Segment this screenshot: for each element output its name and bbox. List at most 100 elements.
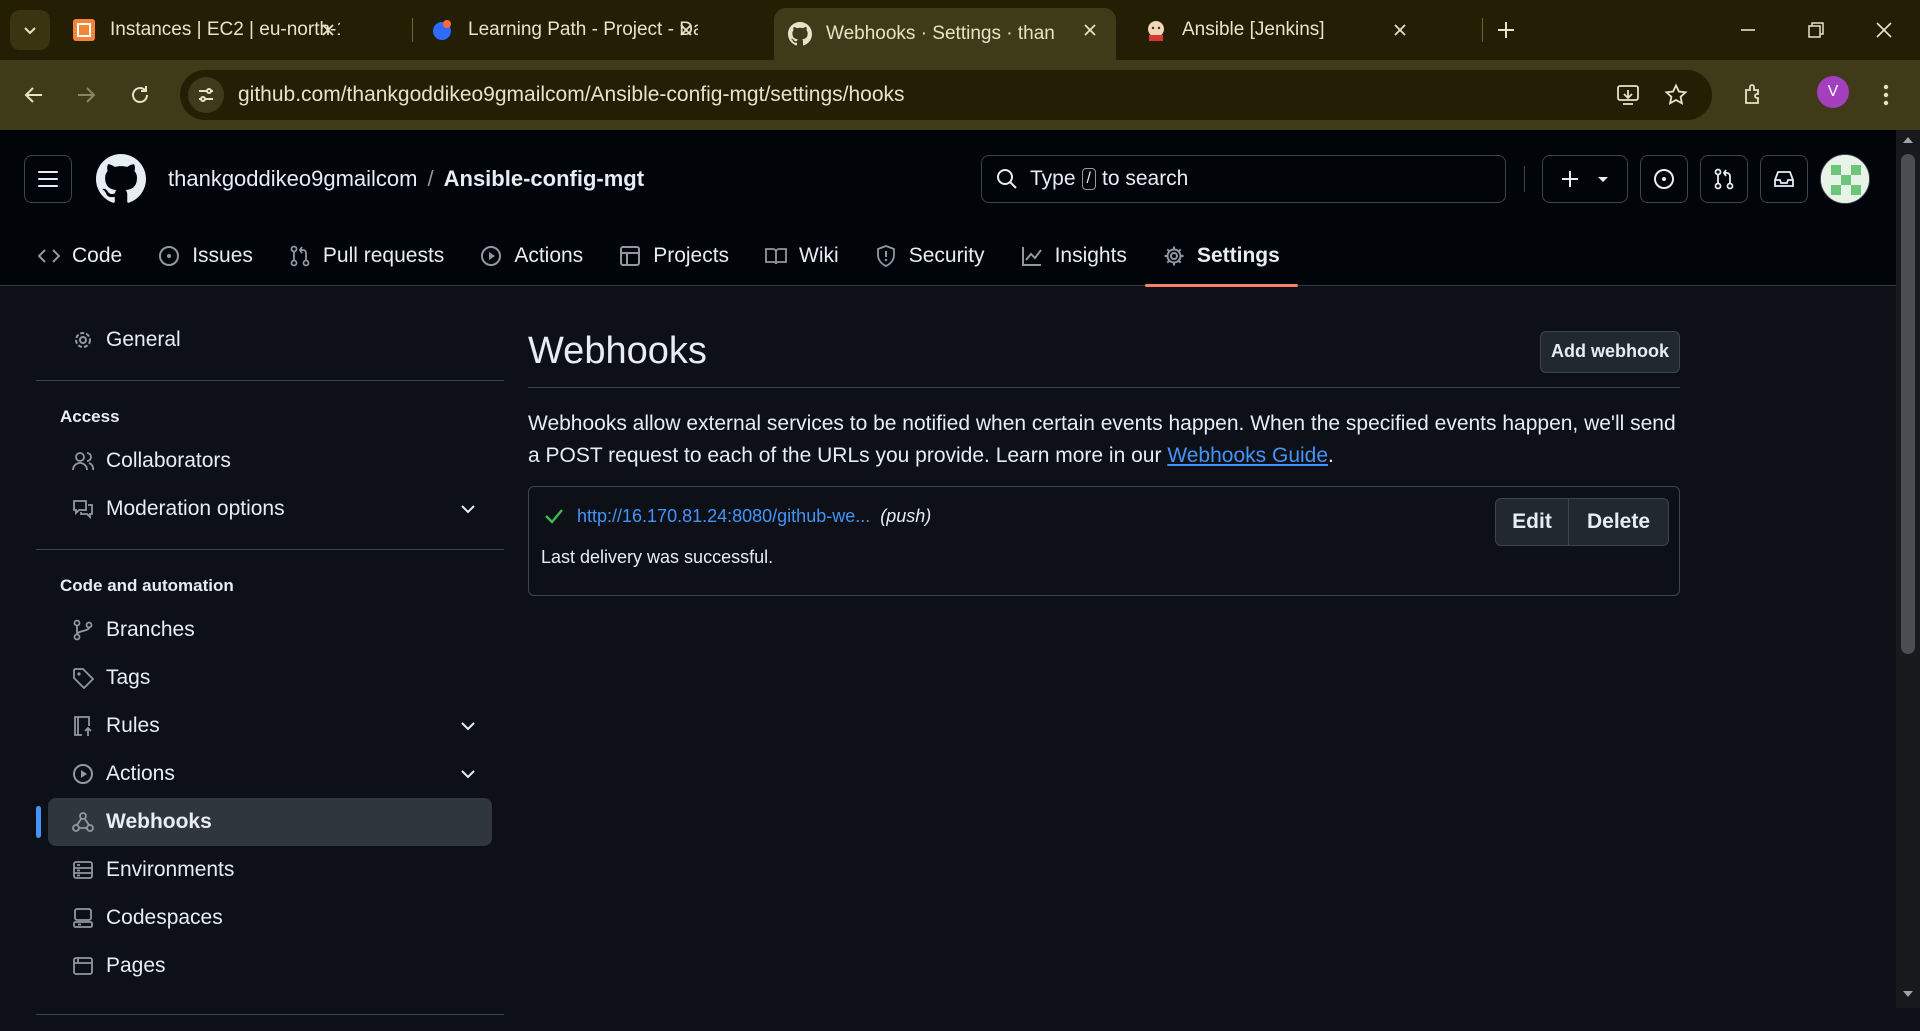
tab-label: Issues <box>192 244 253 267</box>
tab-separator <box>412 18 413 42</box>
tab-insights[interactable]: Insights <box>1003 226 1145 286</box>
global-menu-button[interactable] <box>24 155 72 203</box>
breadcrumb: thankgoddikeo9gmailcom / Ansible-config-mg… <box>168 166 644 192</box>
pull-request-icon <box>1714 168 1734 190</box>
gear-icon <box>1164 246 1184 266</box>
aws-icon <box>73 19 95 41</box>
browser-profile-avatar[interactable]: V <box>1817 76 1849 108</box>
close-window-button[interactable] <box>1862 10 1906 50</box>
restore-button[interactable] <box>1794 10 1838 50</box>
tab-actions[interactable]: Actions <box>462 226 601 286</box>
issue-icon <box>1654 169 1674 189</box>
reload-button[interactable] <box>122 77 158 113</box>
tab-code[interactable]: Code <box>20 226 140 286</box>
browser-tab-bar: Instances | EC2 | eu-north-1 Learning Pa… <box>0 0 1920 60</box>
add-webhook-button[interactable]: Add webhook <box>1540 330 1680 373</box>
address-bar[interactable]: github.com/thankgoddikeo9gmailcom/Ansibl… <box>180 70 1712 120</box>
webhooks-guide-link[interactable]: Webhooks Guide <box>1167 444 1328 467</box>
sidebar-item-branches[interactable]: Branches <box>48 606 492 654</box>
tab-wiki[interactable]: Wiki <box>747 226 857 286</box>
new-tab-button[interactable] <box>1492 16 1520 44</box>
edit-webhook-button[interactable]: Edit <box>1495 498 1569 546</box>
github-header: thankgoddikeo9gmailcom / Ansible-config-mg… <box>0 130 1896 287</box>
close-icon[interactable] <box>1080 20 1100 40</box>
scroll-down-icon[interactable] <box>1896 984 1920 1004</box>
sidebar-item-webhooks[interactable]: Webhooks <box>36 798 492 846</box>
intro-paragraph: Webhooks allow external services to be n… <box>528 408 1680 472</box>
sidebar-heading-automation: Code and automation <box>60 576 234 595</box>
tab-pull-requests[interactable]: Pull requests <box>271 226 462 286</box>
chevron-down-icon <box>461 505 475 514</box>
sidebar-item-pages[interactable]: Pages <box>48 942 492 990</box>
bookmark-button[interactable] <box>1658 77 1694 113</box>
hamburger-icon <box>38 171 58 187</box>
close-icon[interactable] <box>318 20 338 40</box>
sidebar-item-actions[interactable]: Actions <box>48 750 492 798</box>
forward-button[interactable] <box>68 77 104 113</box>
scrollbar-thumb[interactable] <box>1901 154 1915 654</box>
create-new-button[interactable] <box>1542 155 1628 203</box>
tab-label: Wiki <box>799 244 839 267</box>
sidebar-item-label: Collaborators <box>106 449 231 472</box>
sidebar-item-collaborators[interactable]: Collaborators <box>48 437 492 485</box>
search-placeholder-prefix: Type <box>1030 167 1076 190</box>
graph-icon <box>1021 247 1042 266</box>
search-input[interactable]: Type / to search <box>981 155 1506 203</box>
sidebar-item-tags[interactable]: Tags <box>48 654 492 702</box>
code-icon <box>38 249 60 263</box>
delete-webhook-button[interactable]: Delete <box>1569 498 1669 546</box>
scroll-up-icon[interactable] <box>1896 130 1920 150</box>
repo-name-link[interactable]: Ansible-config-mgt <box>444 166 644 191</box>
sidebar-item-environments[interactable]: Environments <box>48 846 492 894</box>
repo-owner-link[interactable]: thankgoddikeo9gmailcom <box>168 166 418 191</box>
pull-requests-button[interactable] <box>1700 155 1748 203</box>
tab-issues[interactable]: Issues <box>140 226 271 286</box>
gear-icon <box>75 332 91 348</box>
repo-push-icon <box>74 716 92 736</box>
sidebar-item-moderation-options[interactable]: Moderation options <box>48 485 492 533</box>
browser-tab-webhooks[interactable]: Webhooks · Settings · thankgoddikeo9gmai… <box>774 8 1116 60</box>
plus-icon <box>1562 171 1578 187</box>
tab-search-button[interactable] <box>10 10 50 50</box>
install-app-button[interactable] <box>1610 77 1646 113</box>
user-avatar[interactable] <box>1820 154 1870 204</box>
browser-menu-button[interactable] <box>1868 77 1904 113</box>
tab-security[interactable]: Security <box>857 226 1003 286</box>
tab-projects[interactable]: Projects <box>601 226 747 286</box>
more-vertical-icon <box>1883 84 1889 106</box>
page-scrollbar[interactable] <box>1896 130 1920 1008</box>
darey-icon <box>433 20 451 40</box>
webhook-actions: Edit Delete <box>1495 498 1669 546</box>
sidebar-item-codespaces[interactable]: Codespaces <box>48 894 492 942</box>
tab-settings[interactable]: Settings <box>1144 226 1298 287</box>
webhook-url-link[interactable]: http://16.170.81.24:8080/github-we... <box>577 506 870 527</box>
minimize-button[interactable] <box>1726 10 1770 50</box>
close-icon[interactable] <box>1390 20 1410 40</box>
repo-nav: Code Issues Pull requests Actions Projec… <box>20 226 1298 287</box>
close-icon[interactable] <box>676 20 696 40</box>
tab-title: Instances | EC2 | eu-north-1 <box>110 19 340 40</box>
browser-tab-jenkins[interactable]: Ansible [Jenkins] <box>1130 8 1426 52</box>
inbox-button[interactable] <box>1760 155 1808 203</box>
sidebar-item-label: Moderation options <box>106 497 285 520</box>
sidebar-item-rules[interactable]: Rules <box>48 702 492 750</box>
site-info-button[interactable] <box>188 77 224 113</box>
arrow-right-icon <box>78 87 96 103</box>
sidebar-item-label: Actions <box>106 762 175 785</box>
sidebar-item-general[interactable]: General <box>48 316 492 364</box>
jenkins-icon <box>1148 21 1164 41</box>
issues-button[interactable] <box>1640 155 1688 203</box>
sidebar-item-label: Environments <box>106 858 235 881</box>
github-logo-icon[interactable] <box>96 154 146 204</box>
browser-tab-darey[interactable]: Learning Path - Project - Darey.io <box>416 8 712 52</box>
book-icon <box>765 248 787 265</box>
chevron-down-icon <box>24 27 36 35</box>
browser-tab-ec2[interactable]: Instances | EC2 | eu-north-1 <box>58 8 354 52</box>
chevron-down-icon <box>461 722 475 731</box>
back-button[interactable] <box>16 77 52 113</box>
header-divider <box>1524 166 1525 192</box>
plus-icon <box>1498 22 1514 38</box>
sidebar-item-label: Rules <box>106 714 160 737</box>
extensions-button[interactable] <box>1736 77 1772 113</box>
webhook-delivery-status: Last delivery was successful. <box>541 547 774 567</box>
